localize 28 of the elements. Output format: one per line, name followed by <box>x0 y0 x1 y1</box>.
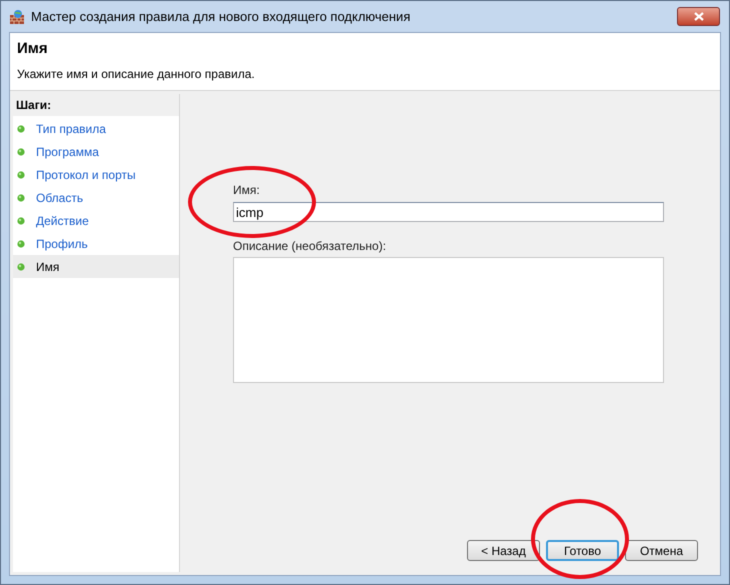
name-input[interactable]: icmp <box>233 202 664 222</box>
step-item[interactable]: Тип правила <box>13 117 179 140</box>
page-heading: Имя <box>17 39 49 59</box>
step-item[interactable]: Имя <box>13 255 179 278</box>
step-item[interactable]: Протокол и порты <box>13 163 179 186</box>
step-dot-icon <box>17 124 25 132</box>
wizard-button[interactable]: < Назад <box>467 540 540 561</box>
step-item[interactable]: Программа <box>13 140 179 163</box>
steps-heading: Шаги: <box>13 94 179 116</box>
window-title: Мастер создания правила для нового входящего подключения <box>31 8 410 26</box>
step-item[interactable]: Профиль <box>13 232 179 255</box>
step-dot-icon <box>17 240 25 248</box>
wizard-button[interactable]: Готово <box>546 540 619 561</box>
close-icon <box>694 12 704 21</box>
close-button[interactable] <box>677 7 720 26</box>
step-item[interactable]: Область <box>13 186 179 209</box>
step-dot-icon <box>17 216 25 224</box>
firewall-icon <box>9 8 25 24</box>
description-label: Описание (необязательно): <box>233 238 388 254</box>
step-item[interactable]: Действие <box>13 209 179 232</box>
description-input[interactable] <box>233 256 664 382</box>
step-dot-icon <box>17 170 25 178</box>
page-description: Укажите имя и описание данного правила. <box>17 66 256 82</box>
step-dot-icon <box>17 194 25 202</box>
step-dot-icon <box>17 148 25 156</box>
wizard-button[interactable]: Отмена <box>625 540 698 561</box>
name-label: Имя: <box>233 182 261 199</box>
step-dot-icon <box>17 262 25 270</box>
